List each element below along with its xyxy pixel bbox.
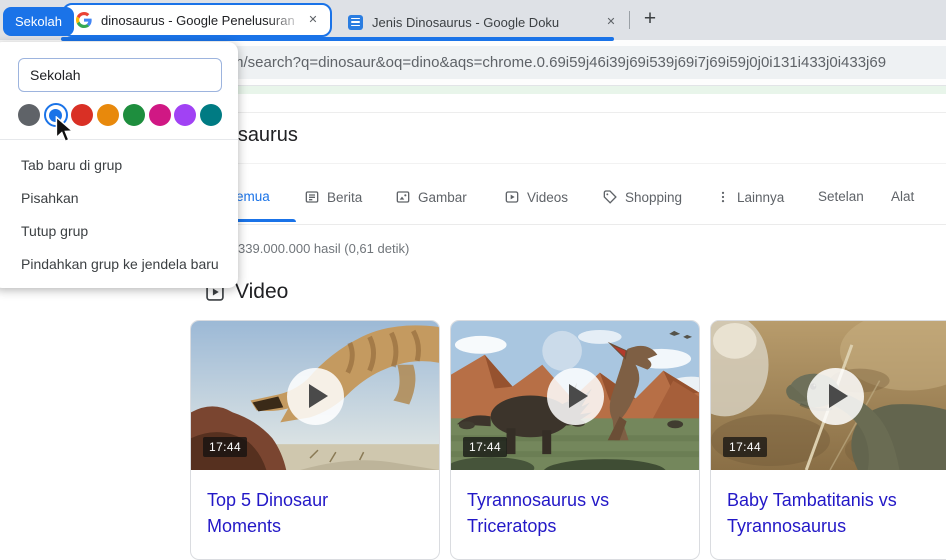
play-button[interactable] [807,368,864,425]
video-duration-badge: 17:44 [463,437,507,457]
video-section-title: Video [235,280,288,304]
menu-item-close-group[interactable]: Tutup grup [0,214,238,247]
result-tab-label: Videos [527,190,568,205]
tab-inactive-google-docs[interactable]: Jenis Dinosaurus - Google Doku ✕ [340,8,624,36]
video-title-link[interactable]: Baby Tambatitanis vs Tyrannosaurus [727,487,917,539]
tab-active-dinosaurus[interactable]: dinosaurus - Google Penelusuran ✕ [62,3,332,37]
tab-strip-divider [629,11,630,29]
result-tab-setelan[interactable]: Setelan [818,189,864,204]
result-tab-label: Berita [327,190,362,205]
result-tab-label: Lainnya [737,190,784,205]
tab-title: Jenis Dinosaurus - Google Doku [372,15,602,30]
image-icon [395,189,411,205]
result-tab-gambar[interactable]: Gambar [395,189,467,205]
color-swatch-pink[interactable] [149,104,171,126]
tab-title: dinosaurus - Google Penelusuran [101,13,304,28]
tab-group-underline [61,37,614,41]
play-button[interactable] [287,368,344,425]
result-tab-alat[interactable]: Alat [891,189,914,204]
google-favicon-icon [76,12,92,28]
omnibox[interactable]: m/search?q=dinosaur&oq=dino&aqs=chrome.0… [178,46,946,79]
menu-item-new-tab-in-group[interactable]: Tab baru di grup [0,148,238,181]
shopping-tag-icon [602,189,618,205]
result-tab-label: Alat [891,189,914,204]
video-card[interactable]: 17:44 Baby Tambatitanis vs Tyrannosaurus [710,320,946,560]
news-icon [304,189,320,205]
video-thumbnail[interactable]: 17:44 [451,321,699,470]
result-tab-lainnya[interactable]: Lainnya [716,189,784,205]
omnibox-url-text: m/search?q=dinosaur&oq=dino&aqs=chrome.0… [231,54,886,71]
tab-group-chip[interactable]: Sekolah [3,7,74,36]
color-swatch-grey[interactable] [18,104,40,126]
color-swatch-cyan[interactable] [200,104,222,126]
result-tab-berita[interactable]: Berita [304,189,362,205]
video-duration-badge: 17:44 [723,437,767,457]
result-tab-videos[interactable]: Videos [504,189,568,205]
play-button[interactable] [547,368,604,425]
video-title-link[interactable]: Top 5 Dinosaur Moments [207,487,397,539]
video-title-link[interactable]: Tyrannosaurus vs Triceratops [467,487,657,539]
video-card[interactable]: 17:44 Top 5 Dinosaur Moments [190,320,440,560]
result-tab-label: Gambar [418,190,467,205]
group-name-input[interactable] [18,58,222,92]
video-card[interactable]: 17:44 Tyrannosaurus vs Triceratops [450,320,700,560]
play-icon [309,384,328,408]
tab-group-menu: Tab baru di grup Pisahkan Tutup grup Pin… [0,42,238,288]
tab-strip: Sekolah dinosaurus - Google Penelusuran … [0,0,946,40]
group-color-swatches [18,103,222,127]
google-docs-icon [348,15,363,30]
play-icon [829,384,848,408]
close-icon[interactable]: ✕ [304,11,322,29]
video-thumbnail[interactable]: 17:44 [191,321,439,470]
color-swatch-purple[interactable] [174,104,196,126]
result-tab-shopping[interactable]: Shopping [602,189,682,205]
video-icon [504,189,520,205]
menu-item-ungroup[interactable]: Pisahkan [0,181,238,214]
color-swatch-orange[interactable] [97,104,119,126]
mouse-cursor-icon [54,116,76,149]
play-icon [569,384,588,408]
color-swatch-green[interactable] [123,104,145,126]
video-thumbnail[interactable]: 17:44 [711,321,946,470]
close-icon[interactable]: ✕ [602,13,620,31]
new-tab-button[interactable]: + [637,7,663,33]
result-tab-label: Shopping [625,190,682,205]
video-duration-badge: 17:44 [203,437,247,457]
result-stats: 339.000.000 hasil (0,61 detik) [238,241,409,256]
more-vertical-icon [716,189,730,205]
result-tab-label: Setelan [818,189,864,204]
menu-divider [0,139,238,140]
menu-item-move-group-to-new-window[interactable]: Pindahkan grup ke jendela baru [0,247,238,280]
